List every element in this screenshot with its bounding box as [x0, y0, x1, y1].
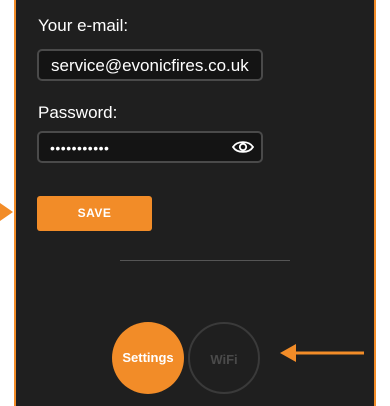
email-field[interactable]: service@evonicfires.co.uk: [37, 49, 263, 81]
edge-arrow-icon: [0, 203, 13, 221]
email-label: Your e-mail:: [38, 16, 129, 35]
divider: [120, 260, 290, 261]
wifi-tab-button[interactable]: WiFi: [188, 322, 260, 394]
password-mask: •••••••••••: [50, 140, 110, 156]
settings-panel: Your e-mail: service@evonicfires.co.uk P…: [14, 0, 376, 406]
email-value: service@evonicfires.co.uk: [51, 56, 249, 75]
arrow-left-icon: [280, 344, 364, 362]
settings-tab-button[interactable]: Settings: [112, 322, 184, 394]
password-label: Password:: [38, 103, 118, 122]
eye-icon[interactable]: [232, 139, 254, 155]
password-field[interactable]: •••••••••••: [37, 131, 263, 163]
save-button[interactable]: SAVE: [37, 196, 152, 231]
